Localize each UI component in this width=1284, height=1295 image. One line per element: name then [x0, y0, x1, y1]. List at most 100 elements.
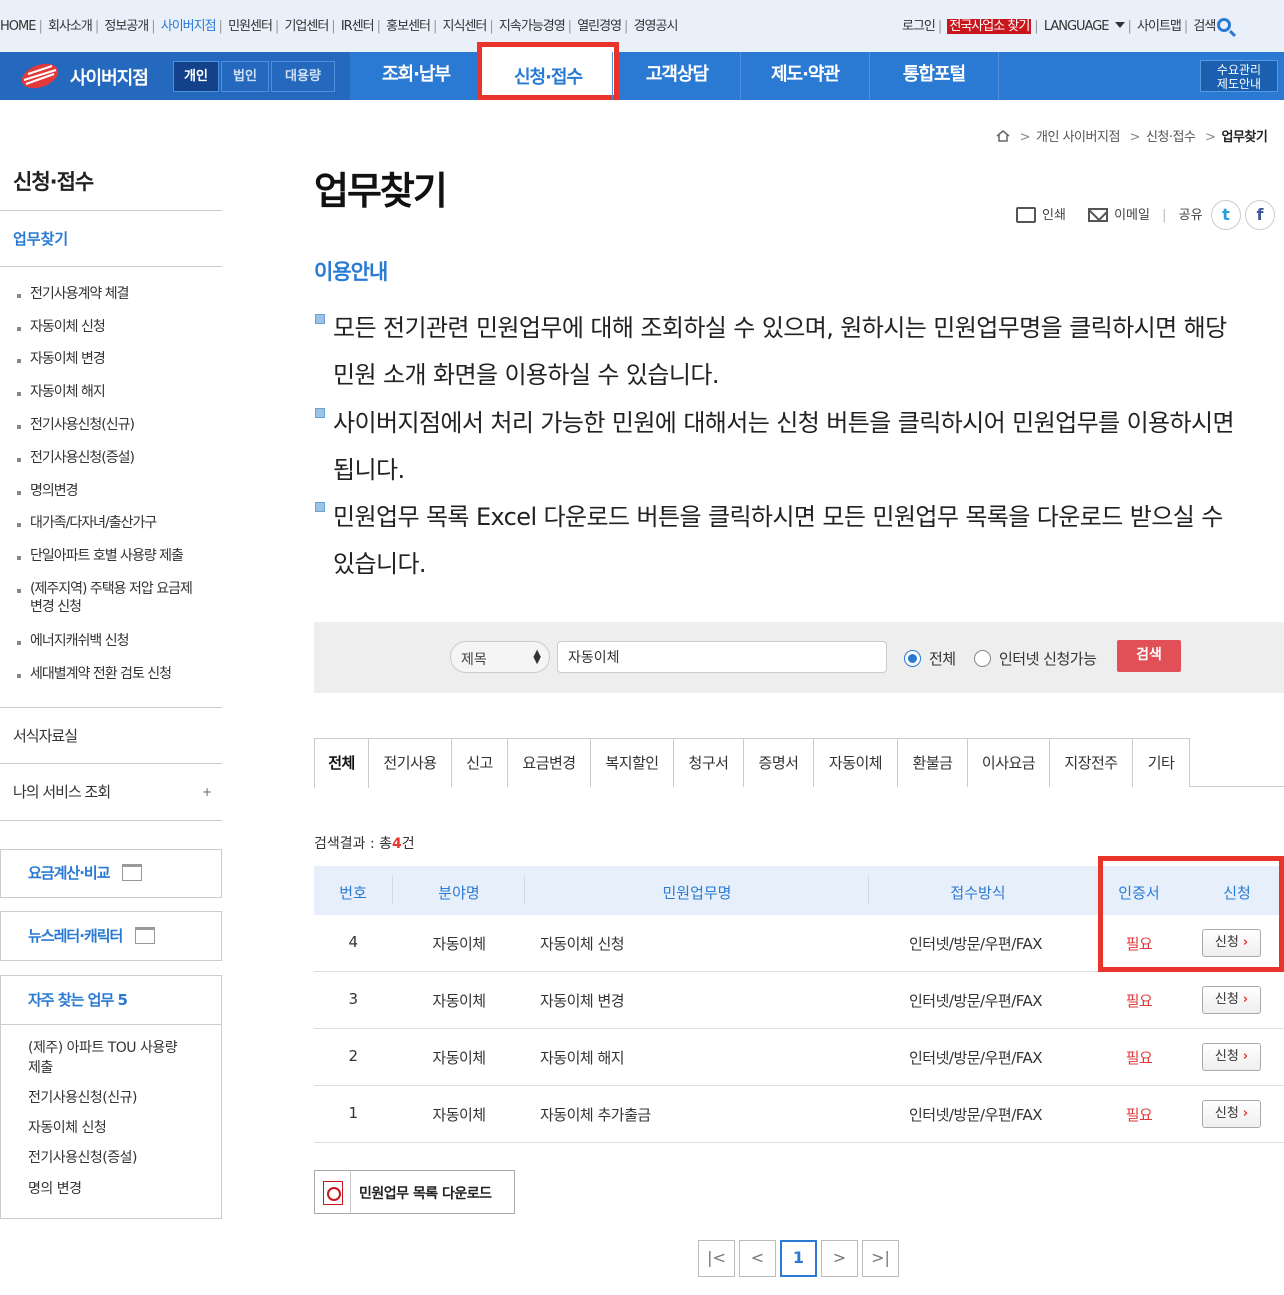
task-name-link[interactable]: 자동이체 추가출금: [540, 1104, 651, 1125]
sidebar-item[interactable]: 전기사용계약 체결: [17, 285, 129, 303]
util-link-disclosure[interactable]: 경영공시: [634, 15, 679, 34]
home-icon[interactable]: [996, 130, 1010, 142]
util-link-company[interactable]: 회사소개: [48, 15, 93, 34]
apply-button[interactable]: 신청 ›: [1202, 1043, 1261, 1071]
sidebar-item[interactable]: 에너지캐쉬백 신청: [17, 632, 129, 650]
find-office-link[interactable]: 전국사업소 찾기: [947, 19, 1032, 34]
util-link-home[interactable]: HOME: [0, 19, 36, 34]
print-button[interactable]: 인쇄: [1016, 207, 1066, 223]
frequent-task-item[interactable]: (제주) 아파트 TOU 사용량 제출: [28, 1038, 178, 1078]
last-page-button[interactable]: >|: [862, 1240, 899, 1277]
task-name-link[interactable]: 자동이체 신청: [540, 933, 625, 954]
tab-report[interactable]: 신고: [451, 738, 508, 787]
next-page-button[interactable]: >: [821, 1240, 858, 1277]
tab-pole[interactable]: 지장전주: [1049, 738, 1133, 787]
apply-label: 신청: [1214, 1106, 1239, 1121]
page-number[interactable]: 1: [780, 1240, 817, 1277]
twitter-icon[interactable]: t: [1211, 200, 1241, 230]
tab-welfare[interactable]: 복지할인: [590, 738, 674, 787]
tab-autopay[interactable]: 자동이체: [813, 738, 898, 787]
search-button[interactable]: 검색: [1117, 640, 1181, 672]
util-link-biz[interactable]: 기업센터: [284, 15, 329, 34]
menu-inquiry-payment[interactable]: 조회·납부: [360, 52, 472, 100]
menu-terms[interactable]: 제도·약관: [741, 52, 869, 100]
radio-all[interactable]: [904, 650, 921, 667]
util-link-info[interactable]: 정보공개: [104, 15, 149, 34]
expand-icon[interactable]: +: [202, 785, 212, 799]
download-list-button[interactable]: 민원업무 목록 다운로드: [314, 1170, 515, 1214]
sidebar-item[interactable]: (제주지역) 주택용 저압 요금제 변경 신청: [17, 580, 193, 616]
util-link-open[interactable]: 열린경영: [577, 15, 622, 34]
util-link-cyber[interactable]: 사이버지점: [161, 15, 217, 34]
frequent-task-item[interactable]: 자동이체 신청: [28, 1118, 107, 1138]
facebook-icon[interactable]: f: [1245, 200, 1275, 230]
kepco-logo-icon[interactable]: [20, 62, 60, 90]
login-link[interactable]: 로그인: [902, 19, 936, 34]
tab-moving[interactable]: 이사요금: [967, 738, 1050, 787]
task-name-link[interactable]: 자동이체 변경: [540, 990, 625, 1011]
result-prefix: 검색결과 : 총: [314, 836, 393, 852]
language-select[interactable]: LANGUAGE: [1044, 19, 1125, 34]
guide-title: 이용안내: [314, 260, 388, 284]
sidebar-item[interactable]: 자동이체 해지: [17, 383, 106, 401]
apply-button[interactable]: 신청 ›: [1202, 986, 1261, 1014]
search-input[interactable]: [557, 641, 887, 673]
menu-apply[interactable]: 신청·접수: [477, 42, 619, 100]
apply-label: 신청: [1214, 992, 1239, 1007]
tab-refund[interactable]: 환불금: [897, 738, 968, 787]
result-suffix: 건: [401, 836, 415, 852]
frequent-task-item[interactable]: 전기사용신청(신규): [28, 1088, 137, 1108]
tab-electric-use[interactable]: 전기사용: [368, 738, 452, 787]
email-button[interactable]: 이메일: [1088, 208, 1150, 223]
share-label: 공유: [1178, 208, 1203, 223]
tab-bill[interactable]: 청구서: [673, 738, 744, 787]
fee-calc-box[interactable]: 요금계산·비교: [0, 849, 222, 898]
menu-consult[interactable]: 고객상담: [614, 52, 740, 100]
frequent-task-line1: (제주) 아파트 TOU 사용량: [28, 1040, 178, 1056]
sidebar-item[interactable]: 전기사용신청(증설): [17, 449, 135, 467]
tab-rate-change[interactable]: 요금변경: [507, 738, 591, 787]
frequent-task-item[interactable]: 명의 변경: [28, 1179, 82, 1199]
task-name-link[interactable]: 자동이체 해지: [540, 1047, 625, 1068]
util-link-civil[interactable]: 민원센터: [228, 15, 273, 34]
newsletter-box[interactable]: 뉴스레터·캐릭터: [0, 911, 222, 961]
search-type-select[interactable]: 제목 ▲ ▼: [450, 641, 550, 673]
radio-online-label[interactable]: 인터넷 신청가능: [999, 648, 1097, 669]
util-link-pr[interactable]: 홍보센터: [386, 15, 431, 34]
sidebar-item-my-services[interactable]: 나의 서비스 조회: [13, 781, 111, 802]
sitemap-link[interactable]: 사이트맵: [1137, 19, 1182, 34]
tab-etc[interactable]: 기타: [1132, 738, 1190, 787]
segment-large[interactable]: 대용량: [271, 61, 335, 92]
radio-online[interactable]: [974, 650, 991, 667]
apply-button[interactable]: 신청 ›: [1202, 1100, 1261, 1128]
frequent-task-item[interactable]: 전기사용신청(증설): [28, 1148, 137, 1168]
segment-corporate[interactable]: 법인: [221, 61, 269, 92]
demand-management-button[interactable]: 수요관리 제도안내: [1200, 60, 1278, 92]
util-link-sustain[interactable]: 지속가능경영: [499, 15, 566, 34]
util-link-ir[interactable]: IR센터: [341, 15, 375, 34]
sidebar-item[interactable]: 자동이체 변경: [17, 350, 106, 368]
prev-page-button[interactable]: <: [739, 1240, 776, 1277]
brand-name[interactable]: 사이버지점: [70, 64, 149, 90]
sidebar-item-forms[interactable]: 서식자료실: [13, 725, 78, 746]
sidebar-item[interactable]: 단일아파트 호별 사용량 제출: [17, 547, 184, 565]
sidebar-item[interactable]: 자동이체 신청: [17, 318, 106, 336]
cell-no: 4: [348, 933, 358, 951]
tab-certificate[interactable]: 증명서: [743, 738, 814, 787]
language-label: LANGUAGE: [1043, 19, 1110, 34]
menu-portal[interactable]: 통합포털: [870, 52, 998, 100]
sidebar-item-find-work[interactable]: 업무찾기: [13, 228, 68, 249]
util-link-knowledge[interactable]: 지식센터: [443, 15, 488, 34]
sidebar-item[interactable]: 대가족/다자녀/출산가구: [16, 514, 157, 532]
radio-all-label[interactable]: 전체: [929, 648, 956, 669]
divider: [0, 763, 222, 764]
sidebar-item[interactable]: 명의변경: [17, 482, 79, 500]
tab-all[interactable]: 전체: [314, 738, 369, 788]
search-link[interactable]: 검색: [1193, 18, 1232, 34]
breadcrumb-item[interactable]: 개인 사이버지점: [1036, 130, 1120, 145]
breadcrumb-item[interactable]: 신청·접수: [1146, 130, 1196, 145]
segment-personal[interactable]: 개인: [173, 61, 219, 92]
first-page-button[interactable]: |<: [698, 1240, 735, 1277]
sidebar-item[interactable]: 세대별계약 전환 검토 신청: [16, 665, 172, 683]
sidebar-item[interactable]: 전기사용신청(신규): [17, 416, 135, 434]
